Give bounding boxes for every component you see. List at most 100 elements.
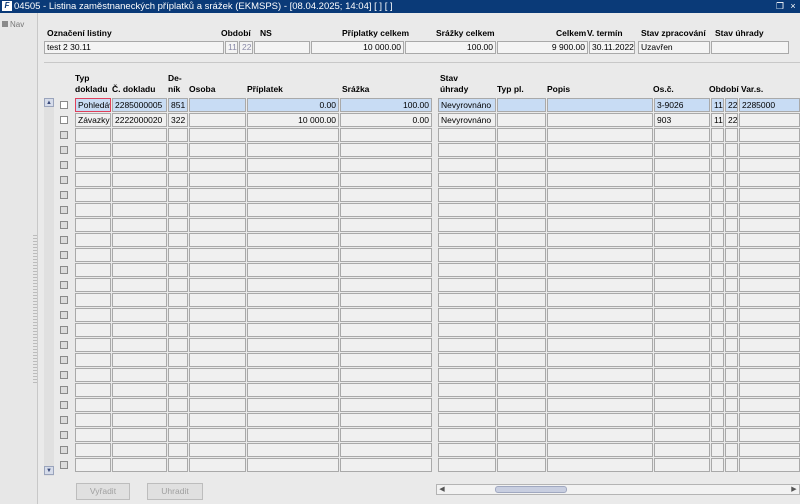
cell-pay-state[interactable]: [438, 458, 496, 472]
cell-journal[interactable]: [168, 248, 188, 262]
cell-pay-type[interactable]: [497, 143, 546, 157]
row-checkbox[interactable]: [60, 206, 68, 214]
cell-pay-type[interactable]: [497, 428, 546, 442]
cell-var-symbol[interactable]: [739, 218, 800, 232]
cell-allowance[interactable]: [247, 233, 339, 247]
row-checkbox[interactable]: [60, 176, 68, 184]
cell-doc-type[interactable]: [75, 338, 111, 352]
cell-doc-no[interactable]: [112, 338, 167, 352]
cell-period-month[interactable]: [711, 413, 724, 427]
cell-pay-type[interactable]: [497, 203, 546, 217]
cell-allowance[interactable]: 0.00: [247, 98, 339, 112]
cell-person[interactable]: [189, 443, 246, 457]
grid-vertical-scrollbar[interactable]: ▲ ▼: [44, 98, 54, 476]
row-checkbox[interactable]: [60, 401, 68, 409]
cell-doc-no[interactable]: [112, 443, 167, 457]
cell-pay-type[interactable]: [497, 293, 546, 307]
cell-allowance[interactable]: [247, 173, 339, 187]
cell-allowance[interactable]: [247, 203, 339, 217]
cell-personal-no[interactable]: [654, 233, 710, 247]
cell-pay-type[interactable]: [497, 158, 546, 172]
cell-deduction[interactable]: [340, 308, 432, 322]
cell-pay-type[interactable]: [497, 278, 546, 292]
cell-period-year[interactable]: [725, 233, 738, 247]
cell-description[interactable]: [547, 173, 653, 187]
cell-doc-type[interactable]: [75, 233, 111, 247]
row-checkbox[interactable]: [60, 341, 68, 349]
cell-doc-type[interactable]: [75, 458, 111, 472]
cell-description[interactable]: [547, 308, 653, 322]
cell-personal-no[interactable]: [654, 353, 710, 367]
cell-doc-no[interactable]: [112, 308, 167, 322]
cell-person[interactable]: [189, 413, 246, 427]
cell-doc-no[interactable]: [112, 353, 167, 367]
cell-pay-type[interactable]: [497, 308, 546, 322]
close-icon[interactable]: ×: [788, 1, 798, 11]
cell-description[interactable]: [547, 218, 653, 232]
cell-person[interactable]: [189, 203, 246, 217]
cell-pay-state[interactable]: [438, 308, 496, 322]
cell-pay-state[interactable]: [438, 383, 496, 397]
cell-personal-no[interactable]: [654, 218, 710, 232]
cell-pay-type[interactable]: [497, 218, 546, 232]
cell-person[interactable]: [189, 338, 246, 352]
cell-deduction[interactable]: [340, 323, 432, 337]
payment-state-field[interactable]: [711, 41, 789, 54]
cell-personal-no[interactable]: [654, 173, 710, 187]
cell-var-symbol[interactable]: [739, 293, 800, 307]
cell-var-symbol[interactable]: [739, 128, 800, 142]
cell-person[interactable]: [189, 293, 246, 307]
scroll-up-icon[interactable]: ▲: [44, 98, 54, 107]
period-month-field[interactable]: 11: [225, 41, 238, 54]
cell-pay-state[interactable]: [438, 443, 496, 457]
cell-var-symbol[interactable]: [739, 398, 800, 412]
cell-personal-no[interactable]: [654, 428, 710, 442]
name-field[interactable]: test 2 30.11: [44, 41, 224, 54]
cell-var-symbol[interactable]: [739, 173, 800, 187]
cell-period-year[interactable]: [725, 428, 738, 442]
cell-deduction[interactable]: [340, 218, 432, 232]
cell-person[interactable]: [189, 278, 246, 292]
navigator-item[interactable]: Nav: [2, 20, 24, 29]
cell-personal-no[interactable]: [654, 248, 710, 262]
cell-pay-state[interactable]: [438, 353, 496, 367]
grid-horizontal-scrollbar[interactable]: ◀ ▶: [436, 484, 800, 495]
cell-person[interactable]: [189, 158, 246, 172]
cell-allowance[interactable]: [247, 338, 339, 352]
cell-period-month[interactable]: [711, 158, 724, 172]
cell-pay-type[interactable]: [497, 398, 546, 412]
cell-doc-no[interactable]: [112, 263, 167, 277]
cell-journal[interactable]: [168, 218, 188, 232]
cell-allowance[interactable]: [247, 218, 339, 232]
cell-description[interactable]: [547, 413, 653, 427]
cell-pay-state[interactable]: [438, 413, 496, 427]
cell-doc-no[interactable]: [112, 458, 167, 472]
cell-period-year[interactable]: 22: [725, 113, 738, 127]
cell-doc-no[interactable]: [112, 173, 167, 187]
cell-pay-type[interactable]: [497, 443, 546, 457]
cell-doc-no[interactable]: [112, 413, 167, 427]
cell-allowance[interactable]: [247, 458, 339, 472]
cell-period-month[interactable]: [711, 398, 724, 412]
cell-allowance[interactable]: [247, 278, 339, 292]
cell-person[interactable]: [189, 383, 246, 397]
cell-period-month[interactable]: [711, 428, 724, 442]
cell-person[interactable]: [189, 263, 246, 277]
cell-period-year[interactable]: [725, 158, 738, 172]
cell-doc-no[interactable]: [112, 368, 167, 382]
cell-description[interactable]: [547, 383, 653, 397]
pane-splitter[interactable]: [33, 233, 37, 383]
cell-journal[interactable]: [168, 278, 188, 292]
cell-journal[interactable]: [168, 443, 188, 457]
cell-pay-state[interactable]: [438, 143, 496, 157]
cell-pay-state[interactable]: [438, 128, 496, 142]
cell-description[interactable]: [547, 428, 653, 442]
cell-person[interactable]: [189, 98, 246, 112]
cell-personal-no[interactable]: [654, 263, 710, 277]
due-field[interactable]: 30.11.2022: [589, 41, 635, 54]
cell-var-symbol[interactable]: [739, 383, 800, 397]
row-checkbox[interactable]: [60, 431, 68, 439]
cell-doc-no[interactable]: [112, 428, 167, 442]
cell-var-symbol[interactable]: [739, 428, 800, 442]
cell-var-symbol[interactable]: [739, 203, 800, 217]
